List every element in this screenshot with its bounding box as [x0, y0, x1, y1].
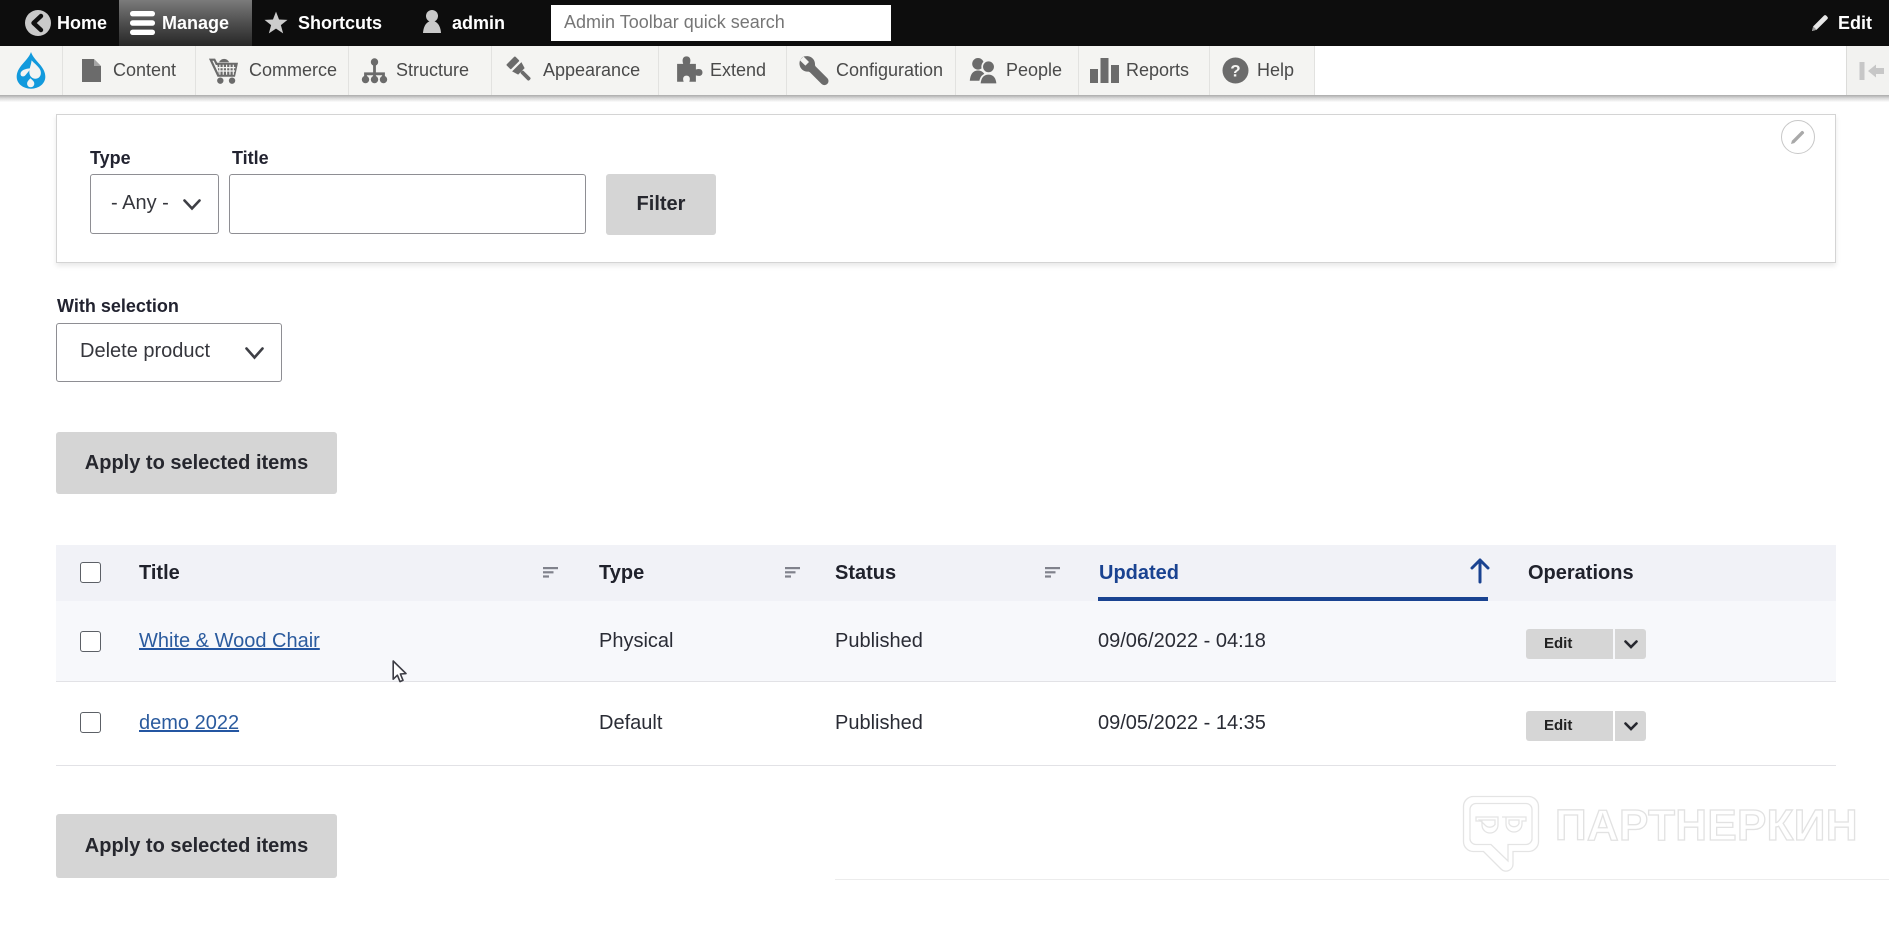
svg-text:?: ?	[1230, 62, 1240, 81]
